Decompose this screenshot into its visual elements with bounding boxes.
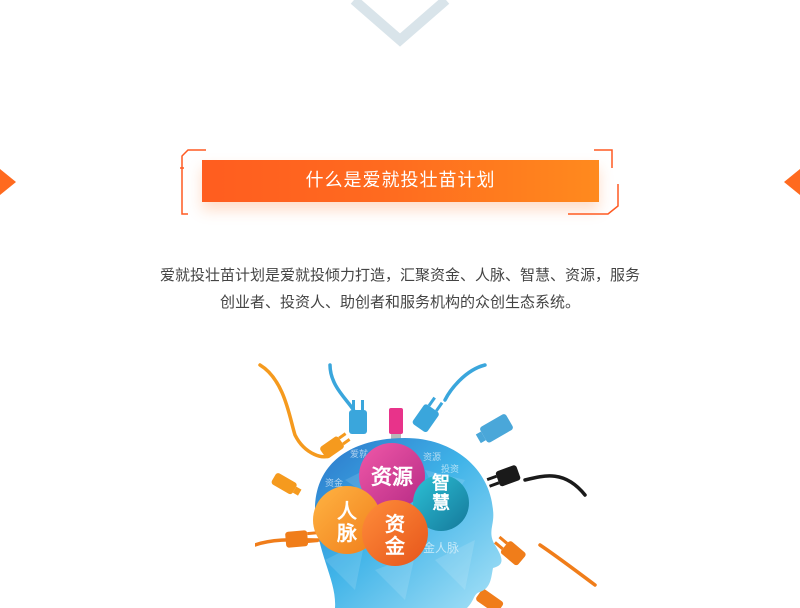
resources-label: 资源 bbox=[371, 465, 413, 489]
network-label: 人脉 bbox=[336, 499, 358, 545]
wisdom-label: 智慧 bbox=[432, 472, 450, 514]
section-title: 什么是爱就投壮苗计划 bbox=[305, 170, 496, 191]
section-title-banner: 什么是爱就投壮苗计划 bbox=[202, 160, 599, 202]
description-line: 创业者、投资人、助创者和服务机构的众创生态系统。 bbox=[219, 293, 580, 311]
faint-word: 资源 bbox=[423, 452, 441, 463]
top-chevron-decoration bbox=[350, 0, 450, 47]
section-description: 爱就投壮苗计划是爱就投倾力打造，汇聚资金、人脉、智慧、资源，服务 创业者、投资人… bbox=[100, 262, 700, 316]
network-label-text: 人脉 bbox=[336, 499, 358, 545]
description-line: 爱就投壮苗计划是爱就投倾力打造，汇聚资金、人脉、智慧、资源，服务 bbox=[159, 266, 640, 284]
next-arrow-icon[interactable] bbox=[782, 165, 800, 199]
faint-word: 金人脉 bbox=[423, 540, 459, 555]
funds-label: 资金 bbox=[384, 512, 406, 558]
funds-label-text: 资金 bbox=[384, 512, 406, 558]
head-plugs-illustration: 爱就 资源 资金 投资 金人脉 资源 智慧 人脉 资金 bbox=[255, 363, 597, 608]
prev-arrow-icon[interactable] bbox=[0, 165, 18, 199]
wisdom-label-char-1: 智慧 bbox=[432, 472, 450, 514]
